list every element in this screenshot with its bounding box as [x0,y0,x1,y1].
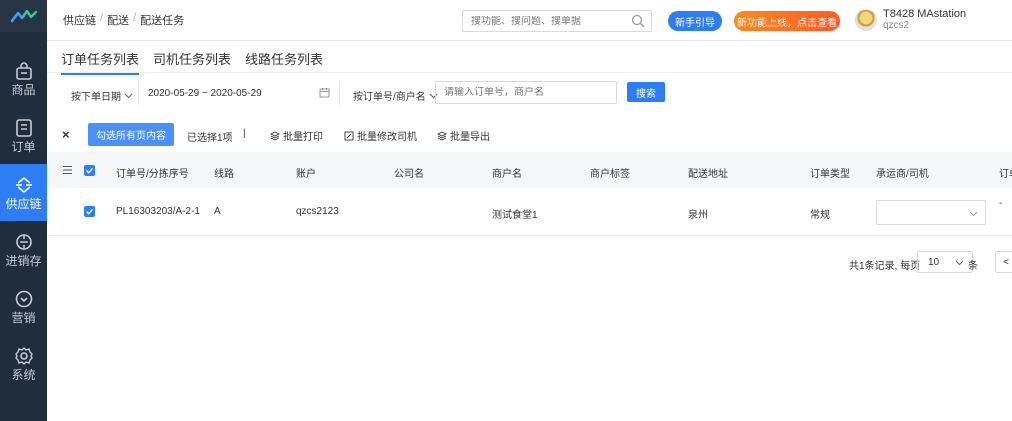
gear-icon [14,346,33,365]
check-icon [86,167,94,174]
cell-address: 泉州 [688,210,708,221]
separator: | [243,128,246,139]
pagination-summary: 共1条记录, 每页 [849,261,921,272]
page-size-value: 10 [928,256,940,268]
sidebar-item-label: 系统 [11,367,36,382]
column-header: 承运商/司机 [876,169,929,180]
batch-print-button[interactable]: 批量打印 [270,128,323,143]
column-header: 订单 [999,169,1012,180]
new-feature-button[interactable]: 新功能上线，点击查看 [734,11,840,31]
divider [138,81,139,105]
table-row: PL16303203/A-2-1 A qzcs2123 测试食堂1 泉州 常规 … [47,188,1012,236]
row-checkbox[interactable] [84,206,95,217]
column-header: 账户 [296,169,316,180]
date-type-select[interactable]: 按下单日期 [71,88,133,103]
guide-button[interactable]: 新手引导 [668,11,722,31]
breadcrumb-item[interactable]: 配送 [107,12,129,28]
breadcrumb-separator: / [100,12,104,24]
bag-icon [15,61,32,80]
column-header: 公司名 [394,169,424,180]
cell-extra: - [999,198,1003,209]
global-search[interactable] [462,10,652,32]
sidebar-item-label: 供应链 [5,196,42,211]
search-icon[interactable] [631,14,645,28]
date-type-label: 按下单日期 [71,92,121,103]
sidebar-item-label: 商品 [11,82,36,97]
sidebar-item-label: 进销存 [5,253,42,268]
cell-route: A [214,206,221,217]
app-logo[interactable] [0,0,47,32]
date-range-picker[interactable]: 2020-05-29 ~ 2020-05-29 [148,88,262,99]
batch-print-label: 批量打印 [283,132,323,143]
keyword-input[interactable] [444,87,614,98]
sidebar-item-orders[interactable]: 订单 [0,107,47,164]
prev-page-button[interactable]: < [995,251,1012,273]
column-header: 线路 [214,169,234,180]
sidebar-item-label: 营销 [11,310,36,325]
check-icon [86,208,94,215]
page-size-unit: 条 [968,261,978,272]
close-icon[interactable]: × [62,127,70,142]
column-header: 配送地址 [688,169,728,180]
breadcrumb-separator: / [133,12,137,24]
layers-icon [270,130,280,141]
doc-icon [15,118,32,137]
chevron-down-icon [969,211,978,217]
batch-export-label: 批量导出 [450,132,490,143]
calendar-icon[interactable] [319,87,330,98]
user-name[interactable]: T8428 MAstation [883,8,966,20]
selected-count: 已选择1项 [187,133,233,144]
batch-change-driver-label: 批量修改司机 [357,132,417,143]
marketing-icon [15,290,32,307]
batch-export-button[interactable]: 批量导出 [437,128,490,143]
column-header: 订单号/分拣序号 [116,169,189,180]
keyword-type-label: 按订单号/商户名 [353,92,426,103]
batch-change-driver-button[interactable]: 批量修改司机 [344,128,417,143]
divider [339,81,340,105]
keyword-type-select[interactable]: 按订单号/商户名 [353,88,438,103]
column-header: 商户名 [492,169,522,180]
column-header: 订单类型 [810,169,850,180]
select-all-pages-button[interactable]: 勾选所有页内容 [88,123,174,146]
breadcrumb: 供应链 / 配送 / 配送任务 [63,12,184,28]
chevron-down-icon [955,260,964,266]
keyword-field[interactable] [435,81,617,104]
breadcrumb-item[interactable]: 供应链 [63,12,96,28]
page-size-select[interactable]: 10 [917,251,973,273]
batch-action-bar: × 勾选所有页内容 已选择1项 | 批量打印 批量修改司机 批量导出 [47,118,1012,152]
table-header: 订单号/分拣序号 线路 账户 公司名 商户名 商户标签 配送地址 订单类型 承运… [47,152,1012,188]
sidebar-item-marketing[interactable]: 营销 [0,278,47,335]
cell-order-type: 常规 [810,210,830,221]
sidebar-item-supply-chain[interactable]: 供应链 [0,164,47,221]
carrier-driver-select[interactable] [876,200,986,225]
global-search-input[interactable] [471,15,621,27]
select-all-checkbox[interactable] [84,165,95,176]
column-header: 商户标签 [590,169,630,180]
supply-icon [15,176,32,193]
sidebar-item-goods[interactable]: 商品 [0,50,47,107]
chevron-down-icon [124,93,133,99]
column-settings-icon[interactable] [62,165,73,175]
sidebar: 商品 订单 供应链 进销存 营销 系统 [0,0,47,421]
search-button[interactable]: 搜索 [627,82,665,102]
avatar[interactable] [855,9,877,31]
layers-icon [437,130,447,141]
sidebar-item-inventory[interactable]: 进销存 [0,221,47,278]
breadcrumb-item-current: 配送任务 [140,15,185,27]
cell-merchant: 测试食堂1 [492,210,538,221]
cell-account: qzcs2123 [296,206,339,217]
cell-order-no[interactable]: PL16303203/A-2-1 [116,206,200,217]
warehouse-icon [15,233,32,250]
filter-bar: 按下单日期 2020-05-29 ~ 2020-05-29 按订单号/商户名 搜… [47,72,1012,116]
edit-icon [344,131,354,140]
user-account: qzcs2 [883,20,910,31]
sidebar-item-label: 订单 [11,139,36,154]
sidebar-item-system[interactable]: 系统 [0,335,47,392]
